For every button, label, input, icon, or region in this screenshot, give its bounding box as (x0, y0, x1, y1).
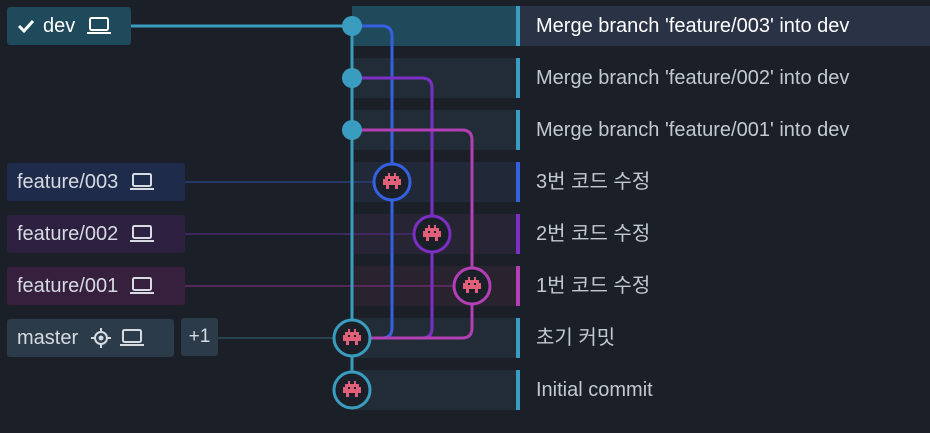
laptop-icon (130, 225, 155, 243)
ref-dev-label: dev (43, 14, 76, 37)
commit-avatar-node[interactable] (332, 370, 372, 410)
target-icon (90, 327, 112, 349)
laptop-icon (87, 17, 112, 35)
laptop-icon (130, 277, 155, 295)
commit-message[interactable]: Initial commit (536, 370, 653, 410)
ref-feature-001[interactable]: feature/001 (7, 267, 185, 305)
ref-feature-001-label: feature/001 (17, 274, 119, 297)
commit-message[interactable]: 3번 코드 수정 (536, 162, 650, 202)
ref-dev[interactable]: dev (7, 7, 131, 45)
commit-avatar-node[interactable] (332, 318, 372, 358)
ref-feature-003[interactable]: feature/003 (7, 163, 185, 201)
check-icon (17, 18, 35, 34)
commit-message[interactable]: 1번 코드 수정 (536, 266, 650, 306)
commit-message[interactable]: 2번 코드 수정 (536, 214, 650, 254)
merge-commit-node[interactable] (342, 120, 362, 140)
ref-master-label: master (17, 326, 79, 349)
ref-master[interactable]: master (7, 319, 174, 357)
commit-message[interactable]: Merge branch 'feature/003' into dev (536, 6, 849, 46)
commit-avatar-node[interactable] (412, 214, 452, 254)
ref-feature-002[interactable]: feature/002 (7, 215, 185, 253)
merge-commit-node[interactable] (342, 68, 362, 88)
commit-graph-view: dev feature/003 feature/002 feature/001 … (0, 0, 930, 433)
laptop-icon (120, 329, 145, 347)
commit-message[interactable]: Merge branch 'feature/002' into dev (536, 58, 849, 98)
commit-avatar-node[interactable] (452, 266, 492, 306)
laptop-icon (130, 173, 155, 191)
more-refs-badge[interactable]: +1 (181, 318, 218, 356)
commit-message[interactable]: 초기 커밋 (536, 318, 615, 358)
commit-message[interactable]: Merge branch 'feature/001' into dev (536, 110, 849, 150)
commit-avatar-node[interactable] (372, 162, 412, 202)
ref-feature-002-label: feature/002 (17, 222, 119, 245)
ref-feature-003-label: feature/003 (17, 170, 119, 193)
merge-commit-node[interactable] (342, 16, 362, 36)
